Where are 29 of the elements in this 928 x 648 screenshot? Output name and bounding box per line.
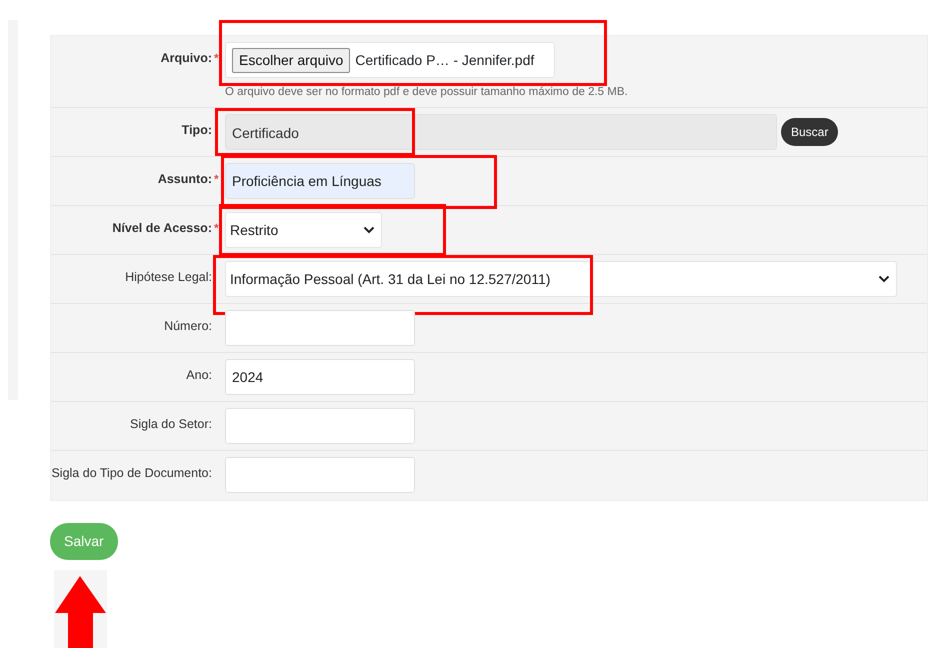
field-label: Número: xyxy=(164,319,212,334)
text-field[interactable] xyxy=(225,408,415,444)
file-name: Certificado P… - Jennifer.pdf xyxy=(355,50,534,70)
type-field[interactable]: Certificado xyxy=(225,114,777,150)
field-label: Hipótese Legal: xyxy=(125,270,212,284)
choose-file-button[interactable]: Escolher arquivo xyxy=(232,48,350,72)
search-button[interactable]: Buscar xyxy=(781,118,838,146)
file-field[interactable]: Escolher arquivo Certificado P… - Jennifer.pdf xyxy=(225,42,555,78)
select-value: Restrito xyxy=(230,220,278,240)
field-label: Sigla do Tipo de Documento: xyxy=(51,466,212,480)
field-label: Tipo: xyxy=(182,123,212,138)
select-field[interactable]: Restrito xyxy=(225,212,382,248)
field-label: Arquivo: xyxy=(160,51,212,65)
required-asterisk: * xyxy=(213,221,220,236)
select-field[interactable]: Informação Pessoal (Art. 31 da Lei no 12.527/2011) xyxy=(225,261,897,298)
field-label: Assunto: xyxy=(158,172,212,186)
chevron-down-icon xyxy=(878,275,890,284)
chevron-down-icon xyxy=(363,226,375,234)
field-label: Sigla do Setor: xyxy=(130,417,212,432)
text-field[interactable] xyxy=(225,310,415,346)
text-field[interactable]: 2024 xyxy=(225,359,415,396)
text-field[interactable] xyxy=(225,457,415,494)
required-asterisk: * xyxy=(213,51,220,66)
field-label: Nível de Acesso: xyxy=(112,221,212,236)
text-field[interactable]: Proficiência em Línguas xyxy=(225,163,415,200)
help-text: O arquivo deve ser no formato pdf e deve possuir tamanho máximo de 2.5 MB. xyxy=(225,85,628,100)
select-value: Informação Pessoal (Art. 31 da Lei no 12.527/2011) xyxy=(230,270,550,289)
required-asterisk: * xyxy=(213,172,220,188)
field-label: Ano: xyxy=(186,368,212,382)
